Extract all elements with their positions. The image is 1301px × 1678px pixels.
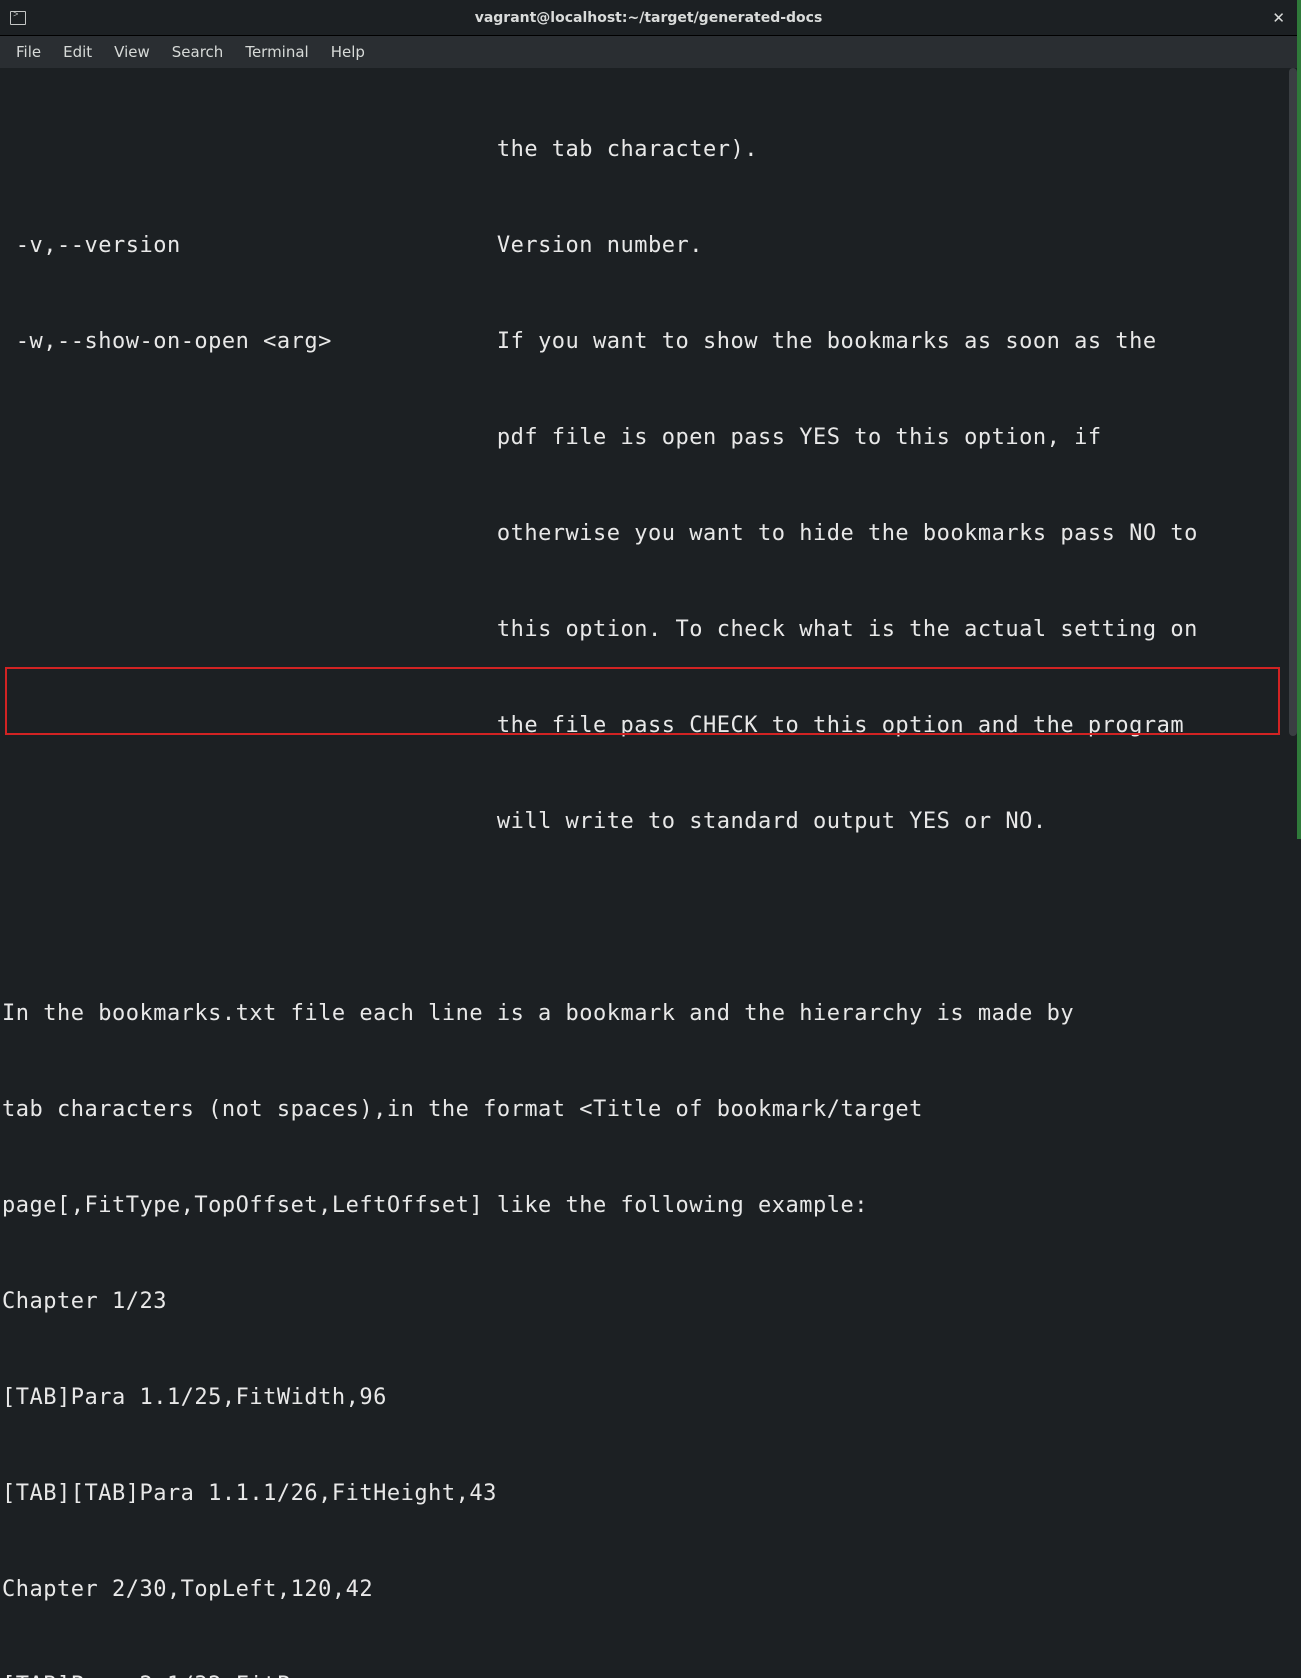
output-line: -v,--version Version number.: [2, 230, 1295, 262]
output-line: [TAB][TAB]Para 1.1.1/26,FitHeight,43: [2, 1478, 1295, 1510]
output-line: [TAB]Para 1.1/25,FitWidth,96: [2, 1382, 1295, 1414]
output-line: the tab character).: [2, 134, 1295, 166]
output-line: otherwise you want to hide the bookmarks…: [2, 518, 1295, 550]
output-line: Chapter 1/23: [2, 1286, 1295, 1318]
output-line: [2, 902, 1295, 934]
menu-bar: File Edit View Search Terminal Help: [0, 36, 1297, 68]
menu-file[interactable]: File: [6, 39, 51, 65]
terminal-app-icon: [10, 11, 26, 25]
terminal-viewport[interactable]: the tab character). -v,--version Version…: [0, 68, 1297, 1678]
menu-search[interactable]: Search: [162, 39, 234, 65]
menu-help[interactable]: Help: [321, 39, 375, 65]
output-line: In the bookmarks.txt file each line is a…: [2, 998, 1295, 1030]
output-line: [TAB]Para 2.1/32,FitPage.: [2, 1670, 1295, 1678]
menu-terminal[interactable]: Terminal: [235, 39, 318, 65]
output-line: this option. To check what is the actual…: [2, 614, 1295, 646]
menu-edit[interactable]: Edit: [53, 39, 102, 65]
window-title: vagrant@localhost:~/target/generated-doc…: [475, 10, 823, 26]
scrollbar[interactable]: [1289, 68, 1297, 736]
output-line: pdf file is open pass YES to this option…: [2, 422, 1295, 454]
window-titlebar: vagrant@localhost:~/target/generated-doc…: [0, 0, 1297, 36]
output-line: tab characters (not spaces),in the forma…: [2, 1094, 1295, 1126]
menu-view[interactable]: View: [104, 39, 160, 65]
output-line: Chapter 2/30,TopLeft,120,42: [2, 1574, 1295, 1606]
close-icon[interactable]: ✕: [1272, 9, 1285, 27]
output-line: the file pass CHECK to this option and t…: [2, 710, 1295, 742]
output-line: will write to standard output YES or NO.: [2, 806, 1295, 838]
output-line: -w,--show-on-open <arg> If you want to s…: [2, 326, 1295, 358]
output-line: page[,FitType,TopOffset,LeftOffset] like…: [2, 1190, 1295, 1222]
